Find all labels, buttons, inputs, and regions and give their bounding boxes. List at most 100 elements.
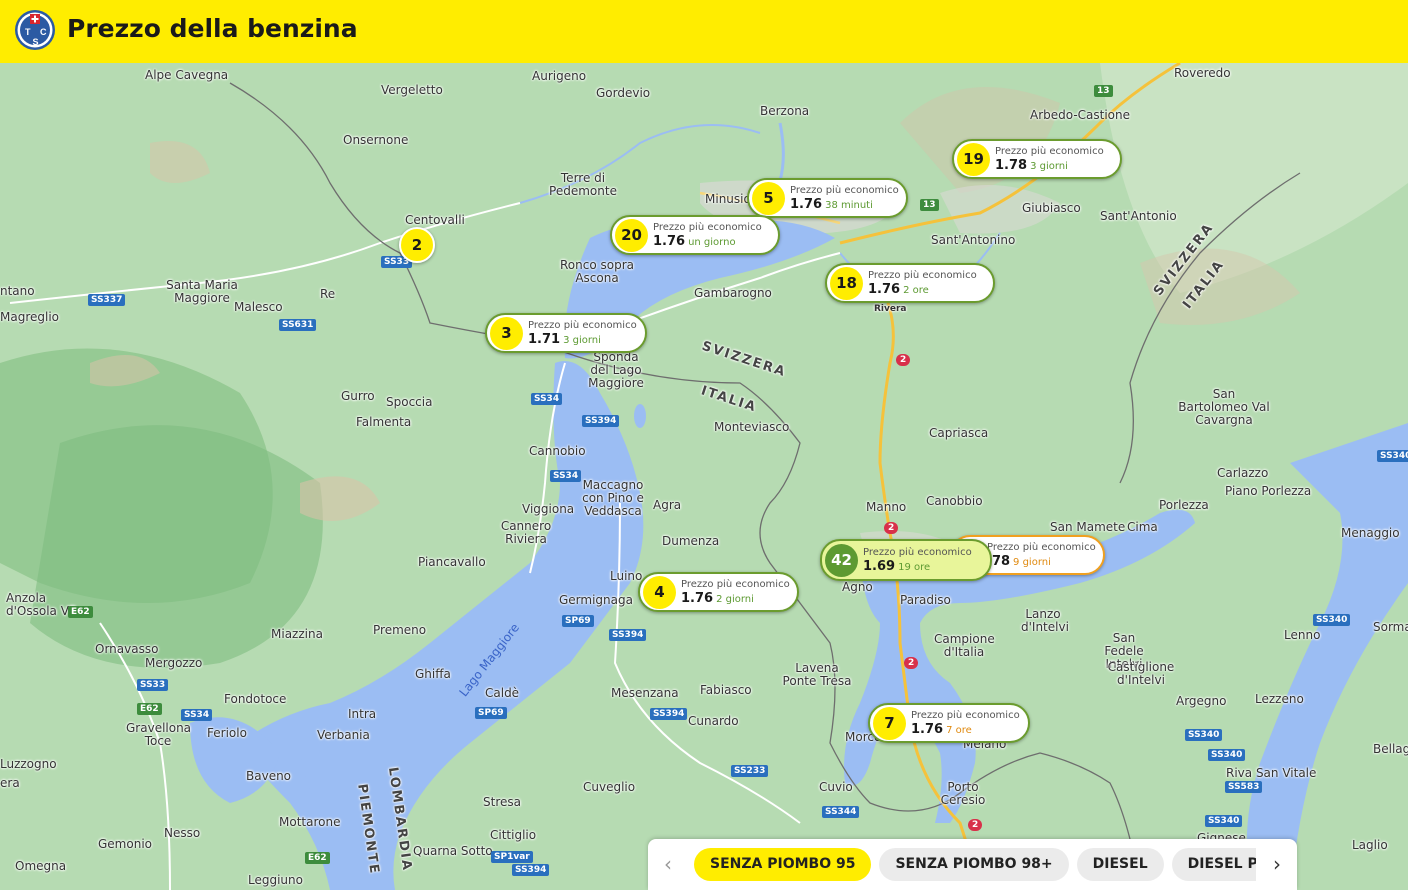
place-label: Verbania [317, 728, 370, 742]
price-value: 1.69 [863, 558, 896, 574]
place-label: Ghiffa [415, 667, 451, 681]
place-label: Intra [348, 707, 377, 721]
station-count: 20 [615, 218, 648, 252]
road-shield: SP1var [491, 851, 533, 863]
fuel-type-list: SENZA PIOMBO 95 SENZA PIOMBO 98+ DIESEL DIE… [694, 848, 1256, 882]
place-label: Menaggio [1341, 526, 1400, 540]
place-label: Onsernone [343, 133, 409, 147]
road-shield: 13 [1094, 85, 1113, 97]
price-marker[interactable]: 4 Prezzo più economico 1.76 2 giorni [638, 572, 799, 612]
price-value: 1.76 [681, 590, 714, 606]
price-label: Prezzo più economico [790, 184, 899, 196]
fuel-option-senza-piombo-98[interactable]: SENZA PIOMBO 98+ [879, 848, 1069, 881]
place-label: Piancavallo [418, 555, 486, 569]
logo-letter-s: S [33, 37, 39, 47]
road-shield: SS34 [531, 393, 563, 405]
price-marker[interactable]: 3 Prezzo più economico 1.71 3 giorni [485, 313, 647, 353]
place-label: Gordevio [596, 86, 651, 100]
place-label: Roveredo [1174, 66, 1231, 80]
place-label: Falmenta [356, 415, 412, 429]
station-count: 18 [830, 266, 863, 300]
road-shield: 2 [968, 819, 983, 831]
chevron-right-icon[interactable]: › [1265, 851, 1289, 877]
place-label: Premeno [373, 623, 427, 637]
road-shield: SS340 [1205, 815, 1243, 827]
place-label: Baveno [246, 769, 292, 783]
road-shield: 13 [920, 199, 939, 211]
price-age: 38 minuti [825, 199, 873, 211]
map-canvas[interactable]: Alpe Cavegna Vergeletto Aurigeno Gordevi… [0, 63, 1408, 890]
price-marker[interactable]: 19 Prezzo più economico 1.78 3 giorni [952, 139, 1122, 179]
place-label: Nesso [164, 826, 201, 840]
place-label: Stresa [483, 795, 521, 809]
road-shield: SS340 [1185, 729, 1223, 741]
place-label: Sant'Antonino [931, 233, 1016, 247]
road-shield: SS33 [137, 679, 169, 691]
place-label: Gambarogno [694, 286, 772, 300]
place-label: Laglio [1352, 838, 1388, 852]
road-shield: SS340 [1313, 614, 1351, 626]
price-marker[interactable]: 5 Prezzo più economico 1.76 38 minuti [747, 178, 908, 218]
place-label: Berzona [760, 104, 810, 118]
place-label: Centovalli [405, 213, 465, 227]
price-label: Prezzo più economico [987, 541, 1096, 553]
price-marker-best[interactable]: 42 Prezzo più economico 1.69 19 ore [820, 539, 992, 581]
road-shield: 2 [896, 354, 911, 366]
road-shield: 2 [904, 657, 919, 669]
station-count: 7 [873, 706, 906, 740]
place-label: Carlazzo [1217, 466, 1269, 480]
place-label: Fondotoce [224, 692, 287, 706]
road-shield: SS34 [550, 470, 582, 482]
place-label: Santa Maria Maggiore [166, 278, 238, 305]
place-label: Sormano [1373, 620, 1408, 634]
fuel-option-diesel[interactable]: DIESEL [1076, 848, 1164, 881]
price-age: 2 giorni [716, 593, 754, 605]
price-marker[interactable]: 7 Prezzo più economico 1.76 7 ore [868, 703, 1030, 743]
place-label: Leggiuno [248, 873, 303, 887]
place-label: Omegna [15, 859, 67, 873]
place-label: Maccagno con Pino e Veddasca [582, 478, 644, 518]
logo-letter-c: C [40, 27, 47, 37]
price-age: 3 giorni [563, 334, 601, 346]
price-marker[interactable]: 20 Prezzo più economico 1.76 un giorno [610, 215, 780, 255]
place-label: Gurro [341, 389, 375, 403]
place-label: Terre di Pedemonte [549, 171, 617, 198]
place-label: Magreglio [0, 310, 60, 324]
place-label: Cittiglio [490, 828, 537, 842]
price-age: 2 ore [903, 284, 929, 296]
place-label: Lavena Ponte Tresa [782, 661, 852, 688]
price-value: 1.76 [790, 196, 823, 212]
fuel-option-diesel-premium[interactable]: DIESEL PREMIUM [1171, 848, 1256, 881]
place-label: Paradiso [900, 593, 951, 607]
map-background [0, 63, 1408, 890]
price-marker[interactable]: 18 Prezzo più economico 1.76 2 ore [825, 263, 995, 303]
place-label: Arbedo-Castione [1030, 108, 1131, 122]
road-shield: SS233 [731, 765, 769, 777]
price-label: Prezzo più economico [528, 319, 637, 331]
road-shield: SS583 [1225, 781, 1263, 793]
place-label: Germignaga [559, 593, 633, 607]
road-shield: SP69 [562, 615, 594, 627]
road-shield: SS337 [88, 294, 126, 306]
place-label: San Bartolomeo Val Cavargna [1178, 387, 1270, 427]
place-label: Luino [610, 569, 643, 583]
road-shield: E62 [68, 606, 93, 618]
station-cluster-marker[interactable]: 2 [399, 227, 435, 263]
place-label: Piano Porlezza [1225, 484, 1312, 498]
place-label: Cuveglio [583, 780, 636, 794]
price-value: 1.76 [653, 233, 686, 249]
place-label: Mesenzana [611, 686, 679, 700]
road-shield: E62 [305, 852, 330, 864]
road-shield: SS34 [181, 709, 213, 721]
price-value: 1.76 [868, 281, 901, 297]
chevron-left-icon[interactable]: ‹ [656, 851, 680, 877]
place-label: Cannero Riviera [500, 519, 552, 546]
price-value: 1.78 [995, 157, 1028, 173]
fuel-option-senza-piombo-95[interactable]: SENZA PIOMBO 95 [694, 848, 872, 881]
place-label: Cannobio [529, 444, 586, 458]
place-label: Gravellona Toce [126, 721, 192, 748]
station-count: 19 [957, 142, 990, 176]
price-value: 1.76 [911, 721, 944, 737]
price-age: 3 giorni [1030, 160, 1068, 172]
place-label: Malesco [234, 300, 283, 314]
